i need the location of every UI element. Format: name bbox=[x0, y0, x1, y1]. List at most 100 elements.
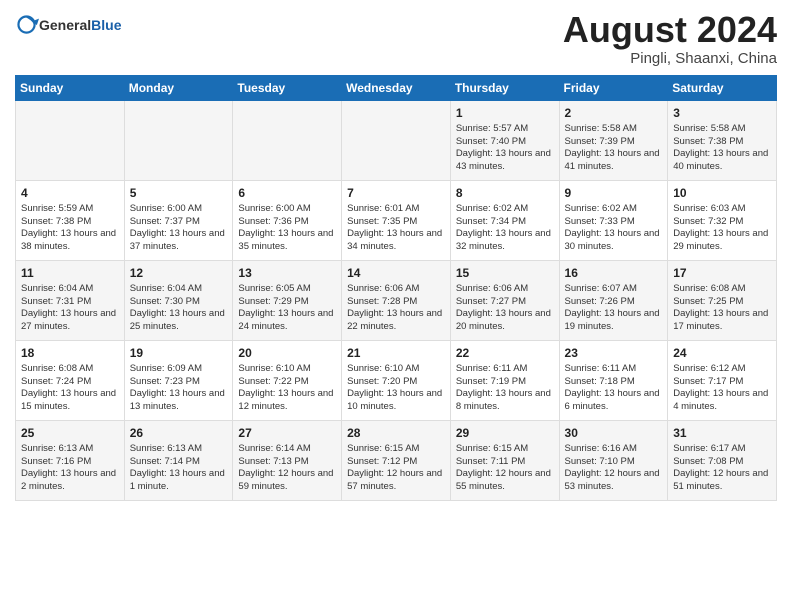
calendar-cell: 7Sunrise: 6:01 AMSunset: 7:35 PMDaylight… bbox=[342, 180, 451, 260]
day-number: 6 bbox=[238, 185, 336, 201]
day-number: 31 bbox=[673, 425, 771, 441]
day-number: 3 bbox=[673, 105, 771, 121]
sunset-text: Sunset: 7:28 PM bbox=[347, 296, 417, 307]
calendar-cell: 25Sunrise: 6:13 AMSunset: 7:16 PMDayligh… bbox=[16, 420, 125, 500]
sunset-text: Sunset: 7:17 PM bbox=[673, 376, 743, 387]
calendar-cell: 13Sunrise: 6:05 AMSunset: 7:29 PMDayligh… bbox=[233, 260, 342, 340]
daylight-text: Daylight: 13 hours and 32 minutes. bbox=[456, 228, 551, 252]
day-number: 18 bbox=[21, 345, 119, 361]
sunrise-text: Sunrise: 6:03 AM bbox=[673, 203, 745, 214]
day-number: 13 bbox=[238, 265, 336, 281]
daylight-text: Daylight: 13 hours and 13 minutes. bbox=[130, 388, 225, 412]
daylight-text: Daylight: 13 hours and 20 minutes. bbox=[456, 308, 551, 332]
calendar-cell: 27 Sunrise: 6:14 AM Sunset: 7:13 PMDayligh… bbox=[233, 420, 342, 500]
day-number: 21 bbox=[347, 345, 445, 361]
sunrise-text: Sunrise: 6:02 AM bbox=[456, 203, 528, 214]
logo: GeneralBlue bbox=[15, 15, 121, 37]
calendar-cell: 10Sunrise: 6:03 AMSunset: 7:32 PMDayligh… bbox=[668, 180, 777, 260]
daylight-text: Daylight: 13 hours and 37 minutes. bbox=[130, 228, 225, 252]
sunrise-text: Sunrise: 6:00 AM bbox=[130, 203, 202, 214]
week-row-5: 25Sunrise: 6:13 AMSunset: 7:16 PMDayligh… bbox=[16, 420, 777, 500]
calendar-cell: 8Sunrise: 6:02 AMSunset: 7:34 PMDaylight… bbox=[450, 180, 559, 260]
sunrise-text: Sunrise: 6:01 AM bbox=[347, 203, 419, 214]
day-number: 19 bbox=[130, 345, 228, 361]
daylight-text: Daylight: 13 hours and 27 minutes. bbox=[21, 308, 116, 332]
day-number: 10 bbox=[673, 185, 771, 201]
daylight-text: Daylight: 13 hours and 43 minutes. bbox=[456, 148, 551, 172]
daylight-text: Daylight: 13 hours and 38 minutes. bbox=[21, 228, 116, 252]
col-thursday: Thursday bbox=[450, 75, 559, 100]
sunset-text: Sunset: 7:13 PM bbox=[238, 456, 308, 467]
sunset-text: Sunset: 7:16 PM bbox=[21, 456, 91, 467]
calendar-cell: 4Sunrise: 5:59 AMSunset: 7:38 PMDaylight… bbox=[16, 180, 125, 260]
daylight-text: Daylight: 13 hours and 17 minutes. bbox=[673, 308, 768, 332]
sunrise-text: Sunrise: 5:59 AM bbox=[21, 203, 93, 214]
sunrise-text: Sunrise: 6:14 AM bbox=[238, 443, 310, 454]
day-number: 20 bbox=[238, 345, 336, 361]
sunset-text: Sunset: 7:23 PM bbox=[130, 376, 200, 387]
day-number: 28 bbox=[347, 425, 445, 441]
sunrise-text: Sunrise: 6:04 AM bbox=[130, 283, 202, 294]
calendar-cell: 6Sunrise: 6:00 AMSunset: 7:36 PMDaylight… bbox=[233, 180, 342, 260]
sunrise-text: Sunrise: 6:08 AM bbox=[21, 363, 93, 374]
daylight-text: Daylight: 12 hours and 53 minutes. bbox=[565, 468, 660, 492]
daylight-text: Daylight: 13 hours and 34 minutes. bbox=[347, 228, 442, 252]
daylight-text: Daylight: 12 hours and 51 minutes. bbox=[673, 468, 768, 492]
sunset-text: Sunset: 7:08 PM bbox=[673, 456, 743, 467]
sunset-text: Sunset: 7:22 PM bbox=[238, 376, 308, 387]
daylight-text: Daylight: 13 hours and 6 minutes. bbox=[565, 388, 660, 412]
daylight-text: Daylight: 13 hours and 29 minutes. bbox=[673, 228, 768, 252]
sunset-text: Sunset: 7:29 PM bbox=[238, 296, 308, 307]
calendar-cell: 23 Sunrise: 6:11 AM Sunset: 7:18 PMDayligh… bbox=[559, 340, 668, 420]
daylight-text: Daylight: 13 hours and 22 minutes. bbox=[347, 308, 442, 332]
calendar-cell: 17Sunrise: 6:08 AMSunset: 7:25 PMDayligh… bbox=[668, 260, 777, 340]
sunrise-text: Sunrise: 6:06 AM bbox=[456, 283, 528, 294]
daylight-text: Daylight: 12 hours and 59 minutes. bbox=[238, 468, 333, 492]
daylight-text: Daylight: 13 hours and 10 minutes. bbox=[347, 388, 442, 412]
sunrise-text: Sunrise: 6:00 AM bbox=[238, 203, 310, 214]
sunrise-text: Sunrise: 6:04 AM bbox=[21, 283, 93, 294]
day-number: 8 bbox=[456, 185, 554, 201]
sunrise-text: Sunrise: 6:16 AM bbox=[565, 443, 637, 454]
day-number: 14 bbox=[347, 265, 445, 281]
sunset-text: Sunset: 7:18 PM bbox=[565, 376, 635, 387]
col-wednesday: Wednesday bbox=[342, 75, 451, 100]
sunrise-text: Sunrise: 6:13 AM bbox=[130, 443, 202, 454]
calendar-cell: 26Sunrise: 6:13 AMSunset: 7:14 PMDayligh… bbox=[124, 420, 233, 500]
sunrise-text: Sunrise: 6:11 AM bbox=[565, 363, 637, 374]
main-container: GeneralBlue August 2024 Pingli, Shaanxi,… bbox=[0, 0, 792, 511]
header: GeneralBlue August 2024 Pingli, Shaanxi,… bbox=[15, 10, 777, 67]
daylight-text: Daylight: 13 hours and 30 minutes. bbox=[565, 228, 660, 252]
calendar-cell: 30Sunrise: 6:16 AMSunset: 7:10 PMDayligh… bbox=[559, 420, 668, 500]
daylight-text: Daylight: 13 hours and 1 minute. bbox=[130, 468, 225, 492]
calendar-cell: 1Sunrise: 5:57 AMSunset: 7:40 PMDaylight… bbox=[450, 100, 559, 180]
location: Pingli, Shaanxi, China bbox=[563, 50, 777, 67]
sunset-text: Sunset: 7:30 PM bbox=[130, 296, 200, 307]
day-number: 27 bbox=[238, 425, 336, 441]
daylight-text: Daylight: 13 hours and 2 minutes. bbox=[21, 468, 116, 492]
sunset-text: Sunset: 7:25 PM bbox=[673, 296, 743, 307]
title-block: August 2024 Pingli, Shaanxi, China bbox=[563, 10, 777, 67]
calendar-cell: 16Sunrise: 6:07 AMSunset: 7:26 PMDayligh… bbox=[559, 260, 668, 340]
sunrise-text: Sunrise: 5:58 AM bbox=[673, 123, 745, 134]
calendar-cell: 20Sunrise: 6:10 AMSunset: 7:22 PMDayligh… bbox=[233, 340, 342, 420]
day-number: 30 bbox=[565, 425, 663, 441]
week-row-2: 4Sunrise: 5:59 AMSunset: 7:38 PMDaylight… bbox=[16, 180, 777, 260]
calendar-cell: 28Sunrise: 6:15 AMSunset: 7:12 PMDayligh… bbox=[342, 420, 451, 500]
day-number: 23 bbox=[565, 345, 663, 361]
day-number: 7 bbox=[347, 185, 445, 201]
col-tuesday: Tuesday bbox=[233, 75, 342, 100]
logo-text: GeneralBlue bbox=[39, 17, 121, 35]
col-saturday: Saturday bbox=[668, 75, 777, 100]
col-friday: Friday bbox=[559, 75, 668, 100]
day-number: 25 bbox=[21, 425, 119, 441]
col-monday: Monday bbox=[124, 75, 233, 100]
header-row: Sunday Monday Tuesday Wednesday Thursday… bbox=[16, 75, 777, 100]
daylight-text: Daylight: 13 hours and 4 minutes. bbox=[673, 388, 768, 412]
calendar-table: Sunday Monday Tuesday Wednesday Thursday… bbox=[15, 75, 777, 501]
calendar-cell: 2Sunrise: 5:58 AMSunset: 7:39 PMDaylight… bbox=[559, 100, 668, 180]
calendar-cell: 12Sunrise: 6:04 AMSunset: 7:30 PMDayligh… bbox=[124, 260, 233, 340]
calendar-cell: 29Sunrise: 6:15 AMSunset: 7:11 PMDayligh… bbox=[450, 420, 559, 500]
sunset-text: Sunset: 7:31 PM bbox=[21, 296, 91, 307]
daylight-text: Daylight: 13 hours and 19 minutes. bbox=[565, 308, 660, 332]
